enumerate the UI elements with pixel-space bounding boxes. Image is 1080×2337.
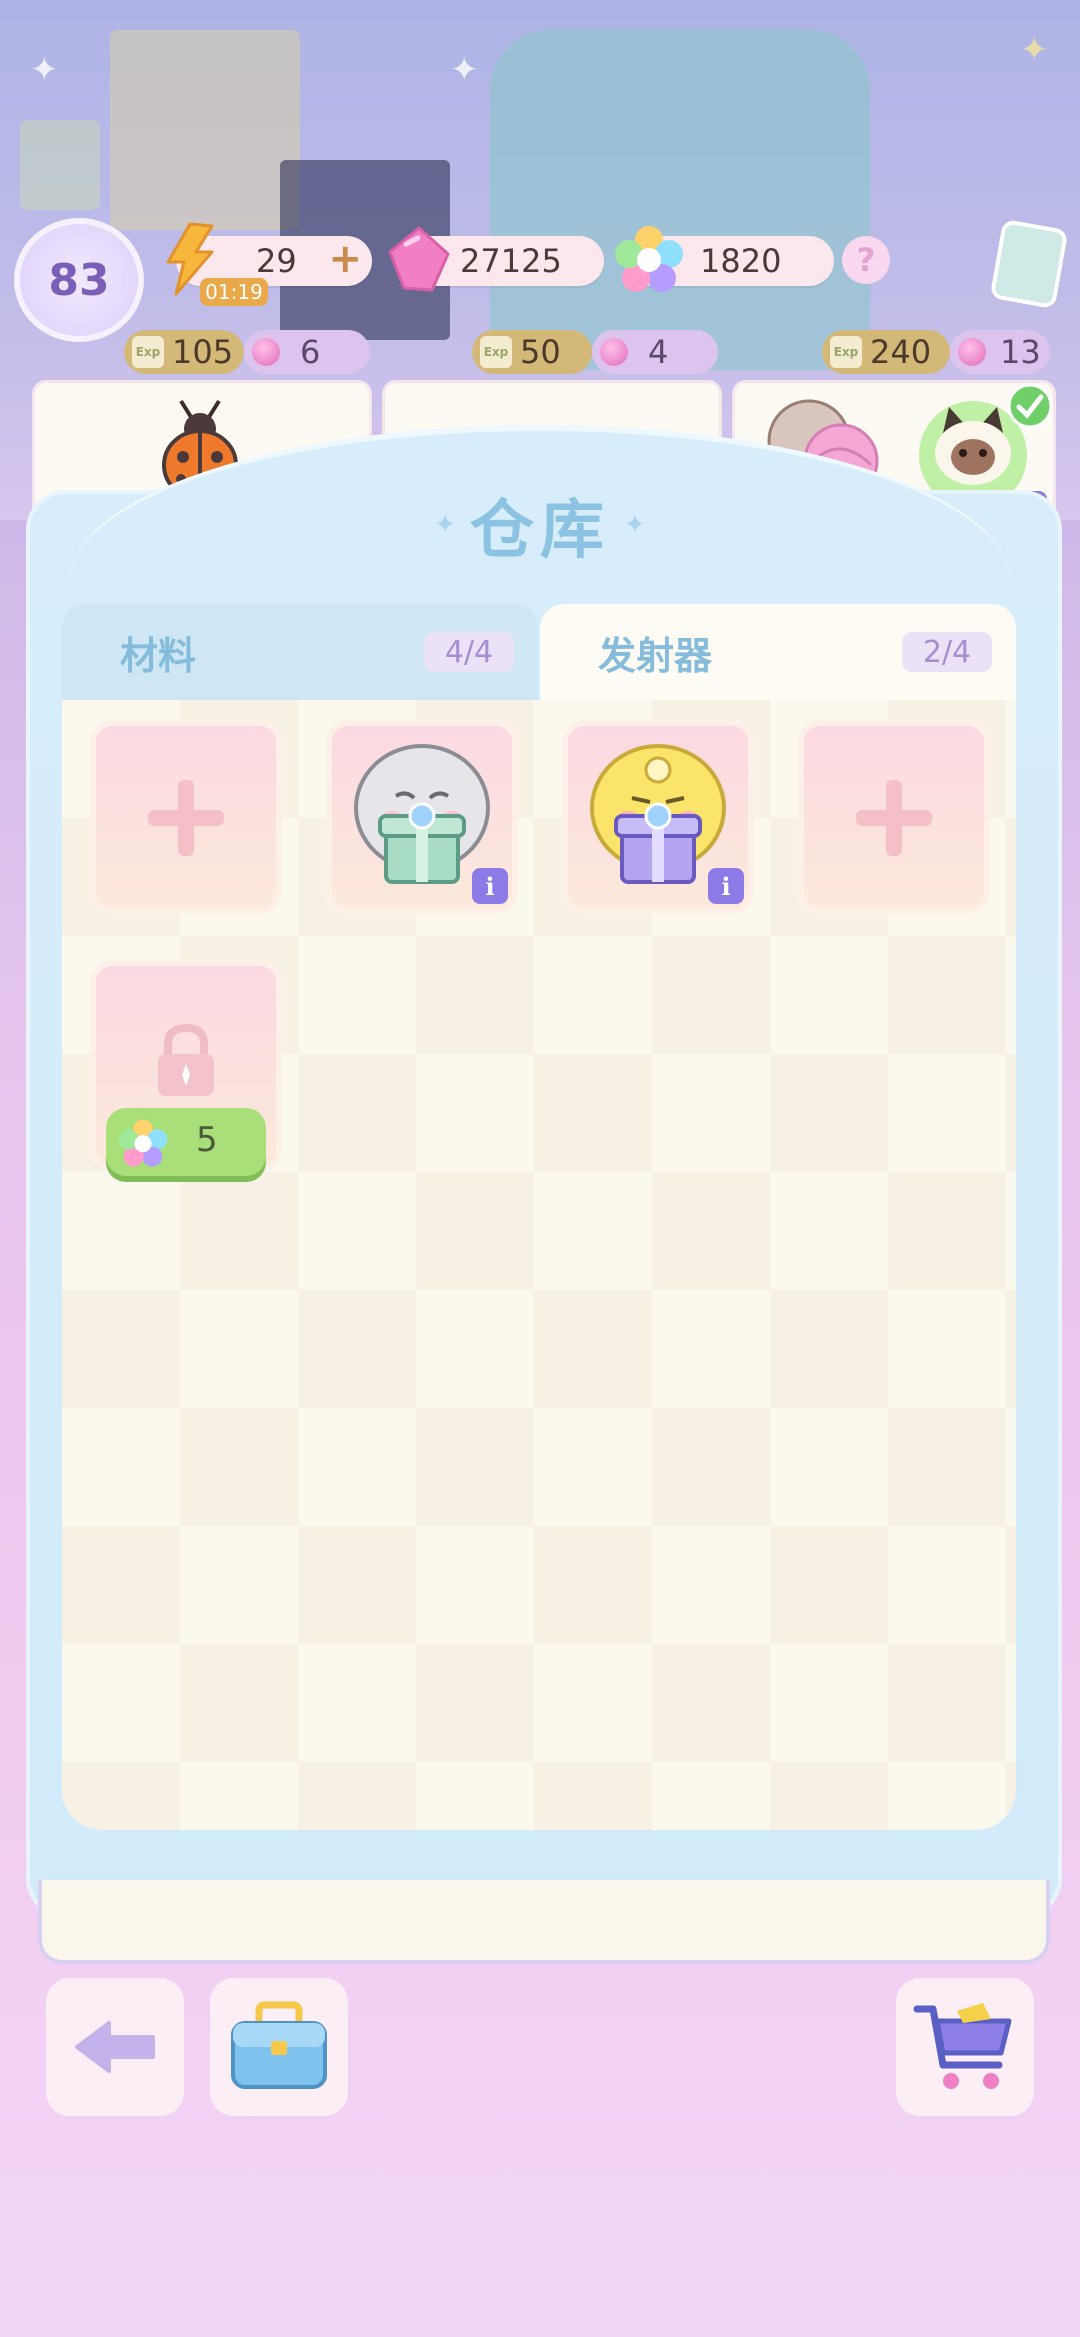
pink-gem-icon bbox=[252, 338, 280, 366]
toolbox-icon bbox=[231, 2001, 327, 2089]
tab-emitters-label: 发射器 bbox=[598, 633, 713, 678]
card-icon[interactable] bbox=[989, 218, 1069, 310]
level-value: 83 bbox=[48, 254, 110, 306]
pink-gem-icon bbox=[388, 226, 450, 292]
shop-button[interactable] bbox=[896, 1978, 1034, 2116]
tab-emitters-count: 2/4 bbox=[902, 632, 992, 672]
wall-picture-small bbox=[20, 120, 100, 210]
order-gem-reward: 6 bbox=[244, 330, 370, 374]
energy-plus-button[interactable]: + bbox=[328, 236, 362, 282]
shopping-cart-icon bbox=[913, 2003, 1012, 2089]
order-exp-reward: Exp 50 bbox=[472, 330, 592, 374]
sparkle-icon: ✦ bbox=[30, 50, 59, 90]
unlock-slot-button[interactable]: 5 bbox=[106, 1108, 266, 1176]
sparkle-icon: ✦ bbox=[1020, 30, 1049, 70]
exp-badge-icon: Exp bbox=[830, 336, 862, 368]
exp-badge-icon: Exp bbox=[132, 336, 164, 368]
order-gem-reward: 13 bbox=[950, 330, 1050, 374]
emitter-slot[interactable]: i bbox=[332, 726, 512, 908]
order-exp-reward: Exp 240 bbox=[822, 330, 950, 374]
order-gem-value: 4 bbox=[648, 333, 669, 371]
wall-picture bbox=[110, 30, 300, 230]
order-exp-value: 105 bbox=[172, 333, 234, 371]
emitter-slot[interactable]: i bbox=[568, 726, 748, 908]
sparkle-icon: ✦ bbox=[434, 510, 456, 540]
warehouse-title-plate: ✦ 仓库 ✦ bbox=[290, 470, 790, 580]
energy-value: 29 bbox=[256, 242, 297, 280]
warehouse-button[interactable] bbox=[210, 1978, 348, 2116]
help-button[interactable]: ? bbox=[842, 236, 890, 284]
empty-slot[interactable] bbox=[804, 726, 984, 908]
warehouse-title: 仓库 bbox=[470, 494, 610, 568]
order-exp-value: 240 bbox=[870, 333, 932, 371]
rainbow-star-icon bbox=[118, 1119, 168, 1167]
tab-materials-count: 4/4 bbox=[424, 632, 514, 672]
item-shelf bbox=[38, 1880, 1050, 1964]
tab-materials[interactable]: 材料 4/4 bbox=[62, 604, 538, 700]
sparkle-icon: ✦ bbox=[450, 50, 479, 90]
pink-gem-icon bbox=[600, 338, 628, 366]
info-button[interactable]: i bbox=[472, 868, 508, 904]
empty-slot[interactable] bbox=[96, 726, 276, 908]
lock-icon bbox=[158, 1023, 214, 1096]
wardrobe bbox=[490, 30, 870, 370]
plus-icon bbox=[178, 780, 194, 856]
tab-materials-label: 材料 bbox=[120, 633, 197, 678]
energy-timer: 01:19 bbox=[200, 278, 268, 306]
exp-badge-icon: Exp bbox=[480, 336, 512, 368]
order-gem-value: 6 bbox=[300, 333, 321, 371]
gem-value: 27125 bbox=[460, 242, 562, 280]
rainbow-star-icon bbox=[615, 226, 683, 292]
tab-emitters[interactable]: 发射器 2/4 bbox=[540, 604, 1016, 700]
order-exp-value: 50 bbox=[520, 333, 561, 371]
order-gem-reward: 4 bbox=[592, 330, 718, 374]
back-arrow-icon bbox=[75, 2021, 155, 2073]
pink-gem-icon bbox=[958, 338, 986, 366]
unlock-cost: 5 bbox=[196, 1120, 218, 1160]
sparkle-icon: ✦ bbox=[624, 510, 646, 540]
player-level-badge[interactable]: 83 bbox=[14, 218, 144, 342]
check-icon bbox=[1007, 383, 1053, 429]
order-exp-reward: Exp 105 bbox=[124, 330, 244, 374]
plus-icon bbox=[886, 780, 902, 856]
back-button[interactable] bbox=[46, 1978, 184, 2116]
star-value: 1820 bbox=[700, 242, 782, 280]
order-gem-value: 13 bbox=[1000, 333, 1041, 371]
info-button[interactable]: i bbox=[708, 868, 744, 904]
